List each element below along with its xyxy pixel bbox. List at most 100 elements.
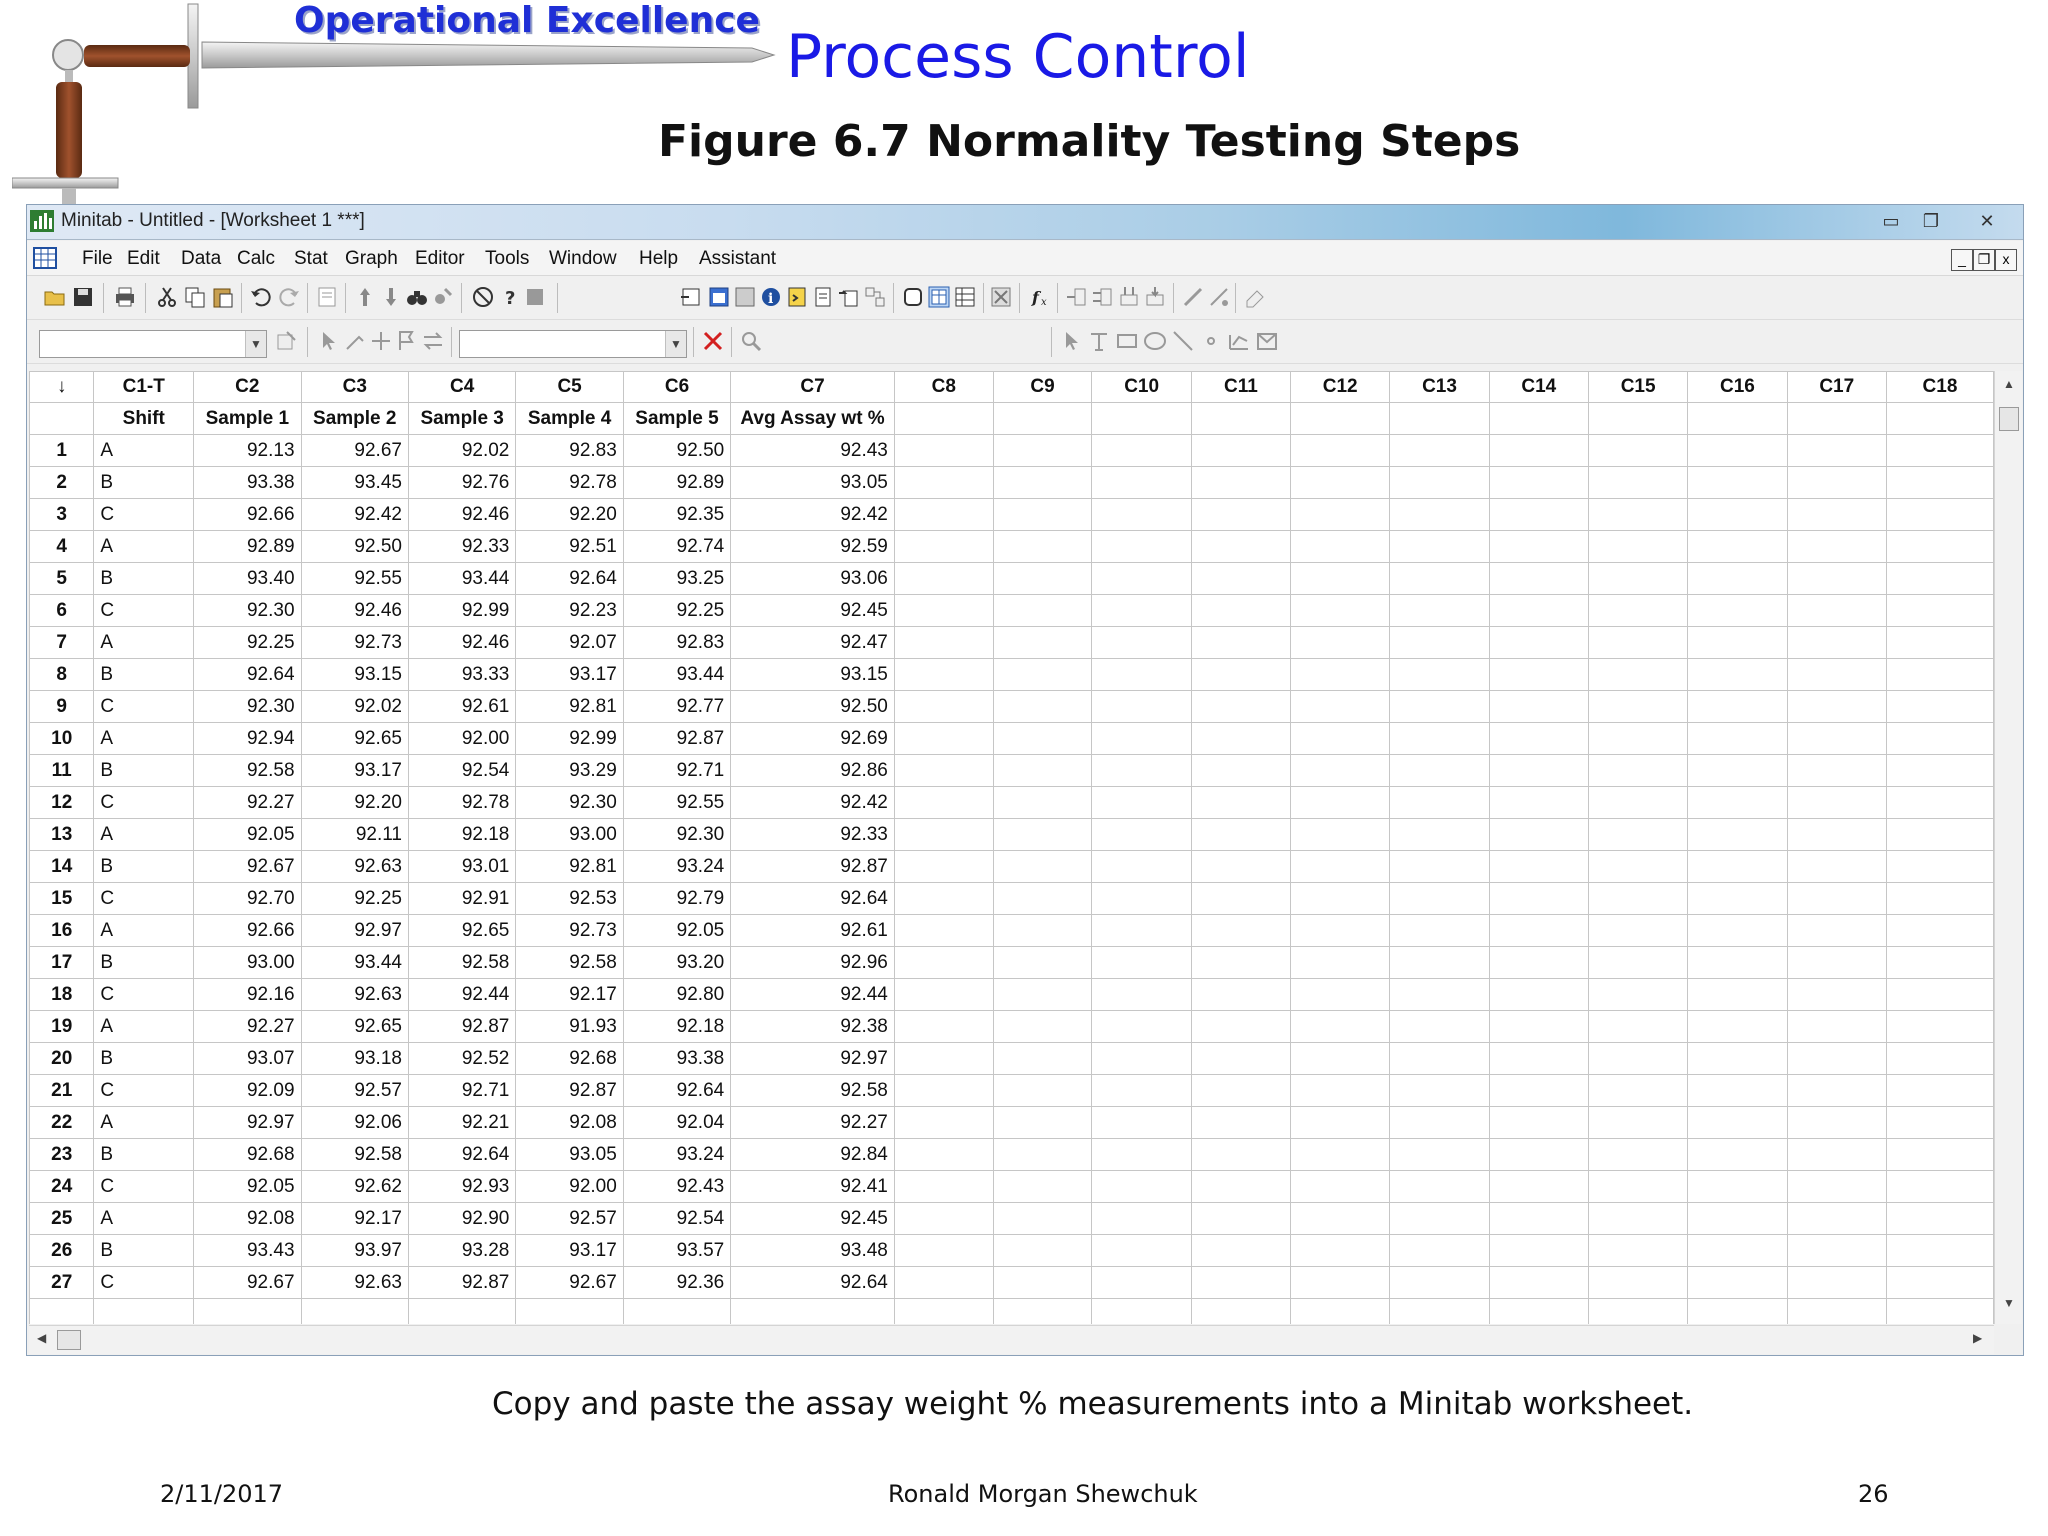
empty-cell[interactable] <box>1488 946 1589 979</box>
empty-cell[interactable] <box>1885 1074 1994 1107</box>
empty-cell[interactable] <box>1290 882 1391 915</box>
empty-cell[interactable] <box>893 1106 994 1139</box>
empty-cell[interactable] <box>992 1010 1093 1043</box>
empty-cell[interactable] <box>1190 1042 1292 1075</box>
empty-cell[interactable] <box>1389 466 1490 499</box>
empty-cell[interactable] <box>1587 786 1689 819</box>
worksheet-icon[interactable] <box>707 285 731 309</box>
empty-cell[interactable] <box>1885 882 1994 915</box>
data-cell[interactable]: 92.65 <box>300 722 409 755</box>
move-up-icon[interactable] <box>353 285 377 309</box>
empty-cell[interactable] <box>893 690 994 723</box>
empty-cell[interactable] <box>992 466 1093 499</box>
data-cell[interactable]: 92.71 <box>407 1074 517 1107</box>
empty-cell[interactable] <box>1885 818 1994 851</box>
empty-cell[interactable] <box>1389 1074 1490 1107</box>
data-cell[interactable]: 93.05 <box>730 466 895 499</box>
column-name-cell[interactable] <box>1786 402 1887 435</box>
data-cell[interactable]: 92.86 <box>730 754 895 787</box>
column-header[interactable]: C1-T <box>93 371 195 403</box>
empty-cell[interactable] <box>1190 978 1292 1011</box>
empty-cell[interactable] <box>1290 1138 1391 1171</box>
data-cell[interactable]: 92.57 <box>300 1074 409 1107</box>
empty-cell[interactable] <box>1091 530 1192 563</box>
data-cell[interactable]: 92.17 <box>515 978 624 1011</box>
data-cell[interactable]: 93.00 <box>515 818 624 851</box>
empty-cell[interactable] <box>893 530 994 563</box>
empty-cell[interactable] <box>1091 1042 1192 1075</box>
data-cell[interactable]: 92.68 <box>515 1042 624 1075</box>
empty-cell[interactable] <box>1786 1106 1887 1139</box>
empty-cell[interactable] <box>1488 754 1589 787</box>
empty-cell[interactable] <box>992 1298 1093 1324</box>
data-cell[interactable]: 92.09 <box>193 1074 302 1107</box>
empty-cell[interactable] <box>1687 914 1788 947</box>
data-cell[interactable]: 92.46 <box>300 594 409 627</box>
empty-cell[interactable] <box>1587 754 1689 787</box>
data-cell[interactable]: 92.47 <box>730 626 895 659</box>
empty-cell[interactable] <box>1687 1202 1788 1235</box>
properties-icon[interactable] <box>275 329 299 353</box>
empty-cell[interactable] <box>1488 914 1589 947</box>
empty-cell[interactable] <box>1786 498 1887 531</box>
empty-cell[interactable] <box>1488 1074 1589 1107</box>
empty-cell[interactable] <box>1190 1266 1292 1299</box>
mdi-minimize-button[interactable]: _ <box>1951 249 1973 271</box>
empty-cell[interactable] <box>1091 1170 1192 1203</box>
select-icon[interactable] <box>317 329 341 353</box>
empty-cell[interactable] <box>1587 1202 1689 1235</box>
output-icon[interactable] <box>837 285 861 309</box>
empty-cell[interactable] <box>992 850 1093 883</box>
empty-cell[interactable] <box>1389 1170 1490 1203</box>
empty-cell[interactable] <box>1587 626 1689 659</box>
menu-file[interactable]: File <box>82 248 113 270</box>
data-cell[interactable]: 92.05 <box>193 1170 302 1203</box>
data-cell[interactable]: 92.30 <box>622 818 732 851</box>
pointer-icon[interactable] <box>1059 329 1083 353</box>
data-cell[interactable]: A <box>93 818 195 851</box>
empty-cell[interactable] <box>1091 1298 1192 1324</box>
data-cell[interactable]: 92.67 <box>515 1266 624 1299</box>
empty-cell[interactable] <box>1587 1234 1689 1267</box>
scroll-up-icon[interactable]: ▲ <box>2003 377 2015 391</box>
set-id-variables-icon[interactable] <box>1207 285 1231 309</box>
column-name-cell[interactable]: Sample 5 <box>622 402 732 435</box>
empty-cell[interactable] <box>1091 786 1192 819</box>
column-name-cell[interactable]: Sample 3 <box>407 402 517 435</box>
data-cell[interactable]: 92.27 <box>193 1010 302 1043</box>
empty-cell[interactable] <box>1786 1234 1887 1267</box>
empty-cell[interactable] <box>1587 1266 1689 1299</box>
data-cell[interactable]: B <box>93 1138 195 1171</box>
data-cell[interactable]: 93.24 <box>622 850 732 883</box>
empty-cell[interactable] <box>992 946 1093 979</box>
empty-cell[interactable] <box>1488 466 1589 499</box>
empty-cell[interactable] <box>1091 626 1192 659</box>
empty-cell[interactable] <box>1091 818 1192 851</box>
data-cell[interactable]: 92.80 <box>622 978 732 1011</box>
cancel-icon[interactable] <box>471 285 495 309</box>
data-cell[interactable]: 92.73 <box>300 626 409 659</box>
empty-cell[interactable] <box>1587 562 1689 595</box>
scroll-left-icon[interactable]: ◀ <box>37 1331 46 1345</box>
data-cell[interactable]: 93.38 <box>193 466 302 499</box>
data-cell[interactable]: A <box>93 434 195 467</box>
empty-cell[interactable] <box>1190 434 1292 467</box>
swap-icon[interactable] <box>421 329 445 353</box>
empty-cell[interactable] <box>1290 1170 1391 1203</box>
menu-tools[interactable]: Tools <box>485 248 529 270</box>
menu-calc[interactable]: Calc <box>237 248 275 270</box>
empty-cell[interactable] <box>1190 530 1292 563</box>
empty-cell[interactable] <box>1786 754 1887 787</box>
empty-cell[interactable] <box>1488 786 1589 819</box>
empty-cell[interactable] <box>1190 786 1292 819</box>
data-cell[interactable]: B <box>93 466 195 499</box>
data-cell[interactable]: A <box>93 626 195 659</box>
empty-cell[interactable] <box>893 658 994 691</box>
data-cell[interactable]: 92.67 <box>193 850 302 883</box>
empty-cell[interactable] <box>1290 914 1391 947</box>
data-cell[interactable]: 92.87 <box>515 1074 624 1107</box>
data-cell[interactable]: 93.57 <box>622 1234 732 1267</box>
help-icon[interactable]: ? <box>499 285 523 309</box>
empty-cell[interactable] <box>93 1298 195 1324</box>
empty-cell[interactable] <box>1786 914 1887 947</box>
